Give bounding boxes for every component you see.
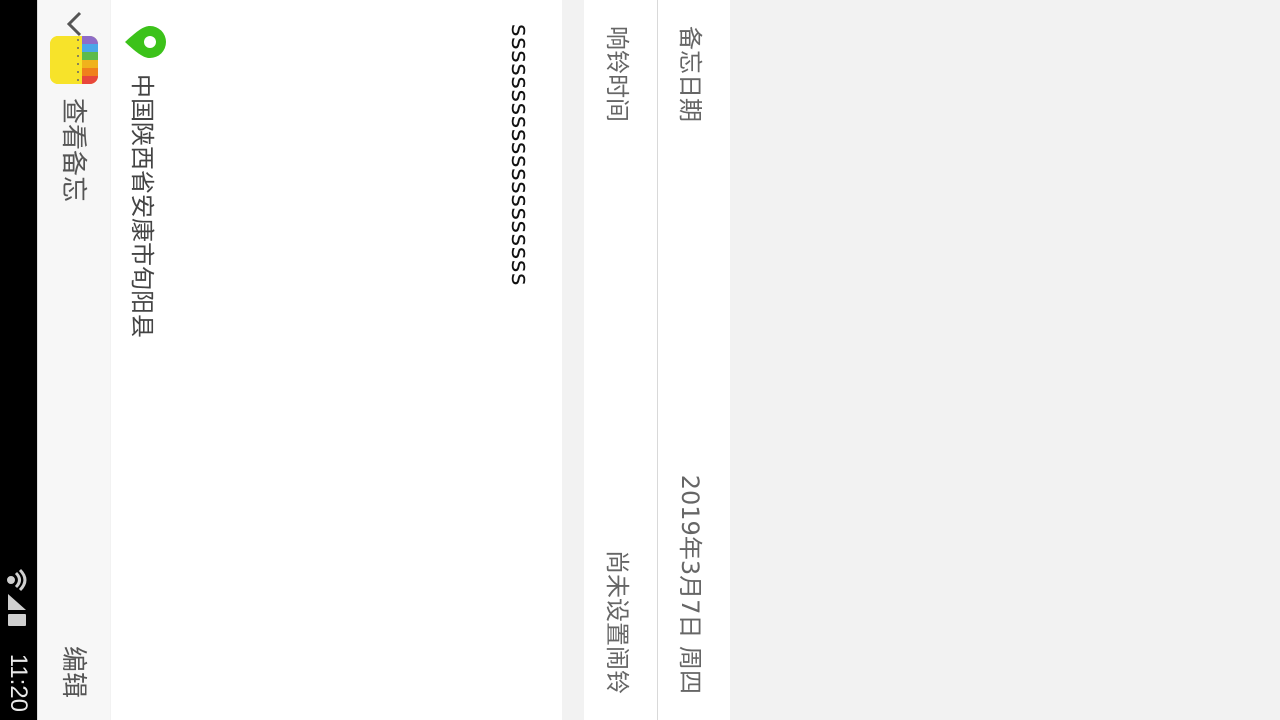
status-time: 11:20 — [5, 653, 32, 712]
date-label: 备忘日期 — [676, 26, 704, 122]
date-value: 2019年3月7日 周四 — [676, 474, 704, 694]
location-pin-icon — [125, 26, 166, 58]
note-content: ssssssssssssssssssss — [506, 24, 534, 287]
date-row: 备忘日期 2019年3月7日 周四 — [657, 0, 730, 720]
wifi-icon — [7, 568, 27, 592]
battery-icon — [8, 614, 26, 626]
location-text: 中国陕西省安康市旬阳县 — [128, 74, 157, 338]
page-title: 查看备忘 — [58, 98, 88, 203]
app-logo — [50, 36, 98, 84]
alarm-value: 尚未设置闹铃 — [603, 550, 631, 694]
edit-button[interactable]: 编辑 — [57, 646, 94, 698]
status-icons — [7, 568, 27, 626]
app-canvas: 11:20 查看备忘 编辑 ssssssssssssssssssss 中国陕西省… — [0, 0, 1280, 720]
note-card: ssssssssssssssssssss 中国陕西省安康市旬阳县 — [111, 0, 562, 720]
location-row: 中国陕西省安康市旬阳县 — [125, 24, 166, 338]
chevron-down-icon — [66, 11, 82, 37]
signal-icon — [8, 594, 26, 610]
blank-area — [1205, 0, 1280, 720]
status-bar: 11:20 — [0, 0, 38, 720]
header-bar: 查看备忘 编辑 — [37, 0, 110, 720]
alarm-row[interactable]: 响铃时间 尚未设置闹铃 — [584, 0, 657, 720]
notebook-icon — [50, 36, 98, 84]
alarm-label: 响铃时间 — [603, 26, 631, 122]
